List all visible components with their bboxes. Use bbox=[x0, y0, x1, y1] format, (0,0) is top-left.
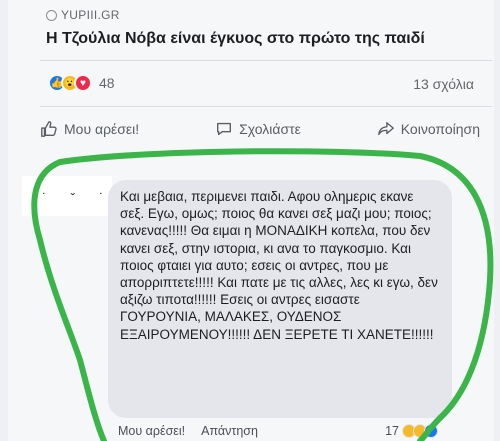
divider bbox=[40, 106, 492, 107]
share-button[interactable]: Κοινοποίηση bbox=[377, 120, 480, 138]
divider bbox=[40, 60, 492, 61]
comment-footer: Μου αρέσει! Απάντηση bbox=[118, 424, 258, 438]
comment-bubble[interactable]: Και μεβαια, περιμενει παιδι. Αφου ολημερ… bbox=[108, 180, 452, 418]
post-actions-bar: Μου αρέσει! Σχολιάστε Κοινοποίηση bbox=[40, 112, 480, 146]
comment-button-label: Σχολιάστε bbox=[239, 121, 301, 137]
share-icon bbox=[377, 122, 394, 136]
avatar-marks: ˙ ˇ ˙ bbox=[42, 190, 114, 206]
comment-reaction-count: 17 bbox=[385, 424, 399, 438]
comment-button[interactable]: Σχολιάστε bbox=[215, 120, 301, 138]
share-button-label: Κοινοποίηση bbox=[400, 121, 480, 137]
like-reaction-icon bbox=[424, 424, 438, 438]
post-headline[interactable]: Η Τζούλια Νόβα είναι έγκυος στο πρώτο τη… bbox=[46, 30, 476, 48]
comment-text: Και μεβαια, περιμενει παιδι. Αφου ολημερ… bbox=[120, 189, 438, 342]
comment-like-link[interactable]: Μου αρέσει! bbox=[118, 424, 185, 438]
comment-icon bbox=[217, 122, 232, 136]
love-reaction-icon: ♥ bbox=[74, 74, 92, 92]
like-button-label: Μου αρέσει! bbox=[64, 121, 140, 137]
reaction-count: 48 bbox=[99, 75, 115, 91]
thumbs-up-icon bbox=[41, 121, 57, 137]
like-button[interactable]: Μου αρέσει! bbox=[40, 120, 139, 138]
post-reactions[interactable]: 👍 😮 ♥ 48 bbox=[48, 74, 115, 92]
comments-count-link[interactable]: 13 σχόλια bbox=[413, 76, 474, 92]
comment-reply-link[interactable]: Απάντηση bbox=[201, 424, 258, 438]
comment-reactions[interactable]: 17 bbox=[385, 424, 438, 438]
source-label: YUPIII.GR bbox=[61, 8, 120, 22]
globe-icon bbox=[46, 9, 57, 21]
post-source[interactable]: YUPIII.GR bbox=[46, 8, 120, 22]
